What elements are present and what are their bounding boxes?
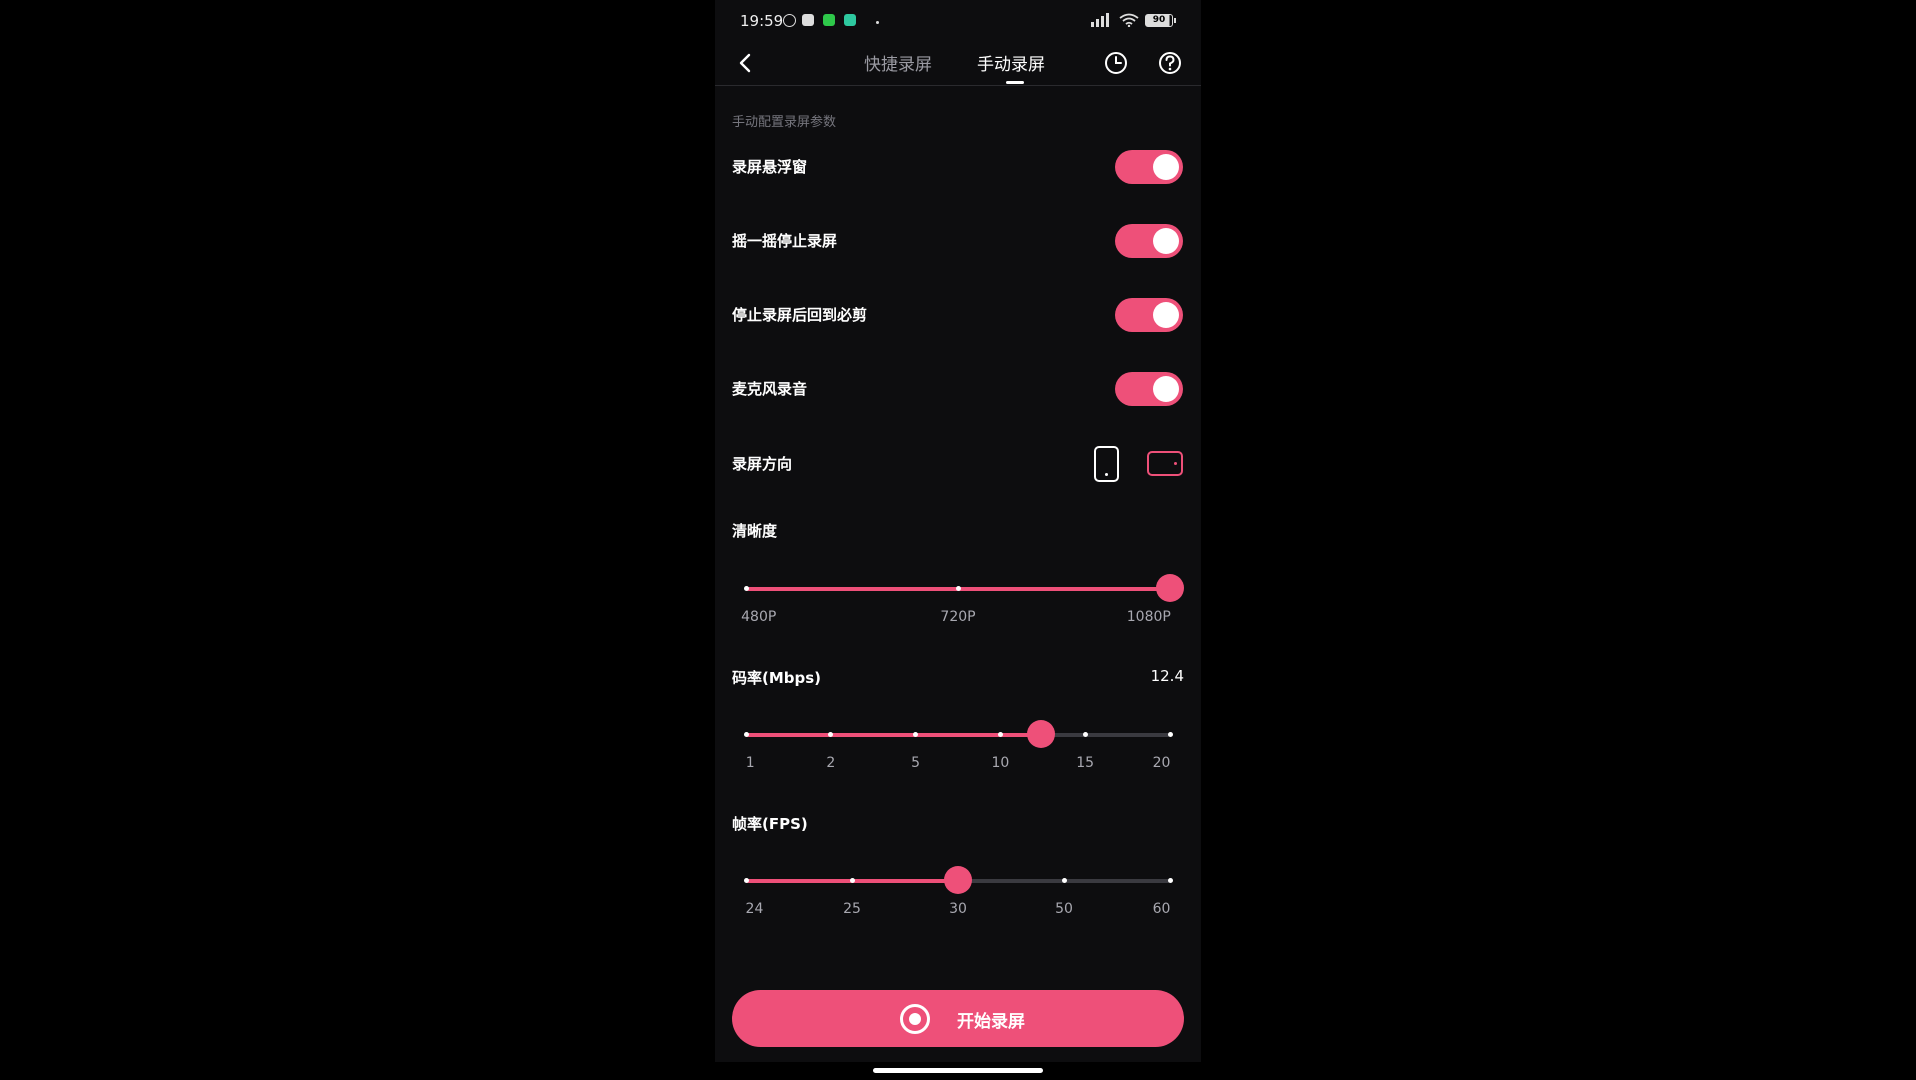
record-icon	[900, 1004, 930, 1034]
framerate-slider[interactable]	[743, 866, 1173, 896]
portrait-orientation-icon[interactable]	[1094, 446, 1119, 482]
top-nav: 快捷录屏 手动录屏	[715, 42, 1201, 86]
microphone-toggle[interactable]	[1115, 372, 1183, 406]
bitrate-label: 码率(Mbps)	[732, 669, 822, 687]
tick-label: 1080P	[1126, 609, 1171, 625]
app-notification-icon	[802, 14, 814, 26]
slider-fill	[746, 733, 1042, 737]
tick-label: 20	[1152, 755, 1171, 771]
slider-tick	[1167, 732, 1173, 737]
tick-label: 30	[949, 901, 967, 917]
toggle-knob	[1153, 228, 1179, 254]
slider-tick	[1061, 878, 1067, 883]
toggle-knob	[1153, 154, 1179, 180]
shake-stop-toggle[interactable]	[1115, 224, 1183, 258]
history-icon[interactable]	[1101, 48, 1131, 78]
start-recording-label: 开始录屏	[957, 1012, 1025, 1032]
framerate-label: 帧率(FPS)	[732, 815, 808, 833]
bitrate-value: 12.4	[1150, 667, 1184, 685]
slider-tick	[743, 732, 749, 737]
active-tab-indicator	[1006, 81, 1024, 84]
start-recording-button[interactable]: 开始录屏	[732, 990, 1184, 1047]
slider-tick	[1082, 732, 1088, 737]
wifi-icon	[1119, 13, 1139, 27]
tick-label: 720P	[940, 609, 976, 625]
status-time: 19:59	[740, 12, 784, 30]
tab-quick-record[interactable]: 快捷录屏	[864, 50, 932, 75]
tick-label: 1	[745, 755, 755, 771]
resolution-label: 清晰度	[732, 522, 778, 540]
slider-thumb[interactable]	[1156, 574, 1184, 602]
toggle-knob	[1153, 302, 1179, 328]
home-indicator[interactable]	[873, 1068, 1043, 1073]
help-icon[interactable]	[1155, 48, 1185, 78]
return-to-app-toggle[interactable]	[1115, 298, 1183, 332]
back-icon[interactable]	[731, 48, 761, 78]
microphone-label: 麦克风录音	[732, 380, 808, 398]
orientation-label: 录屏方向	[732, 455, 793, 473]
more-notifications-icon	[876, 21, 879, 24]
tick-label: 10	[991, 755, 1010, 771]
return-to-app-label: 停止录屏后回到必剪	[732, 306, 868, 324]
slider-tick	[955, 586, 961, 591]
status-bar: 19:59 90	[715, 0, 1201, 42]
tick-label: 5	[911, 755, 921, 771]
tab-manual-record[interactable]: 手动录屏	[977, 50, 1045, 75]
tick-label: 50	[1055, 901, 1073, 917]
slider-tick	[743, 586, 749, 591]
floating-window-toggle[interactable]	[1115, 150, 1183, 184]
slider-thumb[interactable]	[944, 866, 972, 894]
toggle-knob	[1153, 376, 1179, 402]
tick-label: 24	[745, 901, 764, 917]
resolution-slider[interactable]	[743, 574, 1184, 604]
floating-window-label: 录屏悬浮窗	[732, 158, 808, 176]
tick-label: 15	[1076, 755, 1095, 771]
landscape-orientation-icon[interactable]	[1147, 451, 1183, 476]
slider-tick	[997, 732, 1003, 737]
phone-screen: 19:59 90 快捷录屏 手动录屏 手动配置录屏参数 录屏悬浮窗 摇一摇停止录…	[715, 0, 1201, 1062]
alarm-icon	[783, 14, 796, 27]
tick-label: 2	[826, 755, 836, 771]
app-notification-icon	[844, 14, 856, 26]
slider-tick	[1167, 878, 1173, 883]
battery-icon: 90	[1145, 14, 1176, 27]
slider-thumb[interactable]	[1027, 720, 1056, 748]
tick-label: 60	[1152, 901, 1171, 917]
section-label: 手动配置录屏参数	[732, 115, 837, 130]
wechat-icon	[823, 14, 835, 26]
framerate-tick-labels: 24 25 30 50 60	[745, 901, 1171, 921]
slider-tick	[743, 878, 749, 883]
tick-label: 480P	[741, 609, 777, 625]
signal-icon	[1091, 13, 1111, 27]
tick-label: 25	[843, 901, 861, 917]
bitrate-slider[interactable]	[743, 720, 1173, 750]
shake-stop-label: 摇一摇停止录屏	[732, 232, 838, 250]
resolution-tick-labels: 480P 720P 1080P	[741, 609, 1171, 629]
bitrate-tick-labels: 1 2 5 10 15 20	[745, 755, 1171, 775]
slider-tick	[849, 878, 855, 883]
